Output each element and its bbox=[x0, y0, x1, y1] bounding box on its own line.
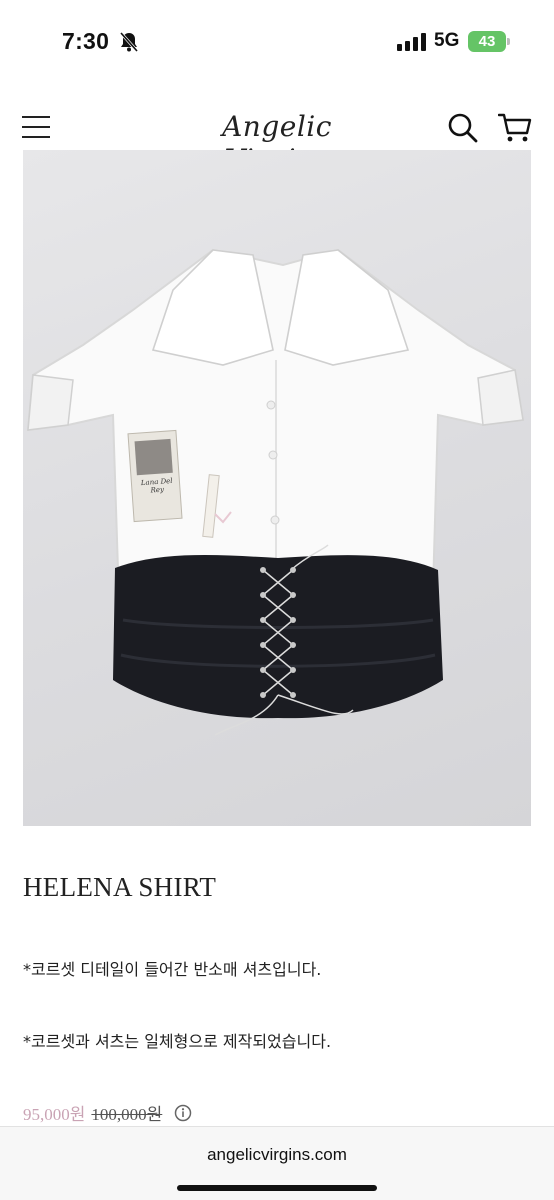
search-icon[interactable] bbox=[447, 112, 479, 144]
battery-tip bbox=[507, 38, 510, 45]
price-row: 95,000원 100,000원 bbox=[23, 1100, 192, 1125]
product-image[interactable]: Lana Del Rey bbox=[23, 150, 531, 826]
cart-icon[interactable] bbox=[498, 112, 532, 144]
info-icon[interactable] bbox=[174, 1104, 192, 1122]
signal-icon bbox=[397, 33, 426, 51]
home-indicator[interactable] bbox=[177, 1185, 377, 1191]
sale-price: 95,000원 bbox=[23, 1105, 86, 1124]
bell-slash-icon bbox=[119, 32, 139, 52]
battery-level: 43 bbox=[478, 33, 496, 50]
status-bar: 7:30 5G 43 bbox=[0, 0, 554, 84]
product-description-line-1: *코르셋 디테일이 들어간 반소매 셔츠입니다. bbox=[23, 960, 322, 979]
browser-url-bar[interactable]: angelicvirgins.com bbox=[0, 1126, 554, 1200]
network-type: 5G bbox=[434, 30, 460, 51]
url-text[interactable]: angelicvirgins.com bbox=[0, 1145, 554, 1165]
product-title: HELENA SHIRT bbox=[23, 872, 217, 902]
original-price: 100,000원 bbox=[91, 1105, 163, 1124]
menu-icon[interactable] bbox=[22, 116, 50, 138]
product-description-line-2: *코르셋과 셔츠는 일체형으로 제작되었습니다. bbox=[23, 1032, 332, 1051]
photo-card-label: Lana Del Rey bbox=[140, 476, 173, 495]
product-photo bbox=[26, 248, 525, 736]
status-time: 7:30 bbox=[62, 28, 110, 54]
battery-icon: 43 bbox=[468, 31, 506, 52]
